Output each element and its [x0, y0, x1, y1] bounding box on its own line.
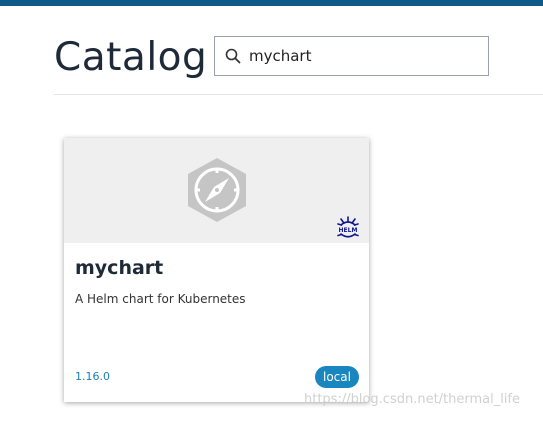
top-bar — [0, 0, 543, 6]
card-description: A Helm chart for Kubernetes — [75, 292, 246, 306]
chart-card[interactable]: HELM mychart A Helm chart for Kubernetes… — [64, 138, 369, 402]
card-version: 1.16.0 — [75, 370, 110, 383]
repo-badge: local — [315, 366, 359, 388]
page-title: Catalog — [54, 35, 208, 80]
card-header: HELM — [64, 138, 369, 243]
card-title[interactable]: mychart — [75, 257, 163, 279]
helm-icon: HELM — [336, 216, 360, 240]
search-icon — [224, 47, 242, 65]
search-input[interactable] — [249, 47, 469, 65]
watermark: https://blog.csdn.net/thermal_life — [304, 392, 521, 407]
helm-label: HELM — [339, 227, 358, 234]
header-divider — [54, 94, 543, 95]
search-box[interactable] — [214, 36, 489, 76]
compass-hexagon-icon — [185, 156, 249, 224]
